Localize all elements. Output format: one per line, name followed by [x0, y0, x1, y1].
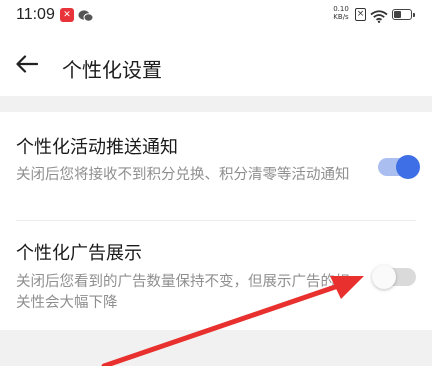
network-speed: 0.10 KB/s [332, 5, 350, 21]
setting-description: 关闭后您看到的广告数量保持不变，但展示广告的相关性会大幅下降 [16, 274, 350, 311]
wechat-icon [78, 8, 94, 27]
battery-icon [392, 9, 415, 20]
back-arrow-icon[interactable] [16, 55, 39, 77]
toggle-knob [372, 265, 396, 289]
setting-title: 个性化活动推送通知 [16, 137, 178, 158]
status-time: 11:09 [16, 6, 55, 23]
activity-push-toggle[interactable] [376, 154, 420, 180]
battery-level [394, 11, 402, 18]
no-sim-icon: × [355, 8, 366, 21]
status-bar: 11:09 ✕ 0.10 KB/s × [0, 0, 432, 30]
header: 个性化设置 [0, 30, 432, 96]
setting-row-activity-push: 个性化活动推送通知 关闭后您将接收不到积分兑换、积分清零等活动通知 [0, 112, 432, 220]
setting-title: 个性化广告展示 [16, 243, 142, 264]
notification-app-icon: ✕ [60, 8, 74, 22]
wifi-icon [370, 8, 388, 27]
setting-description: 关闭后您将接收不到积分兑换、积分清零等活动通知 [16, 167, 350, 183]
page-title: 个性化设置 [62, 58, 162, 82]
network-speed-value: 0.10 [333, 5, 349, 13]
toggle-knob [396, 155, 420, 179]
setting-row-personalized-ads: 个性化广告展示 关闭后您看到的广告数量保持不变，但展示广告的相关性会大幅下降 [0, 220, 432, 330]
settings-card: 个性化活动推送通知 关闭后您将接收不到积分兑换、积分清零等活动通知 个性化广告展… [0, 112, 432, 330]
personalized-ads-toggle[interactable] [372, 264, 420, 290]
network-speed-unit: KB/s [333, 13, 349, 21]
